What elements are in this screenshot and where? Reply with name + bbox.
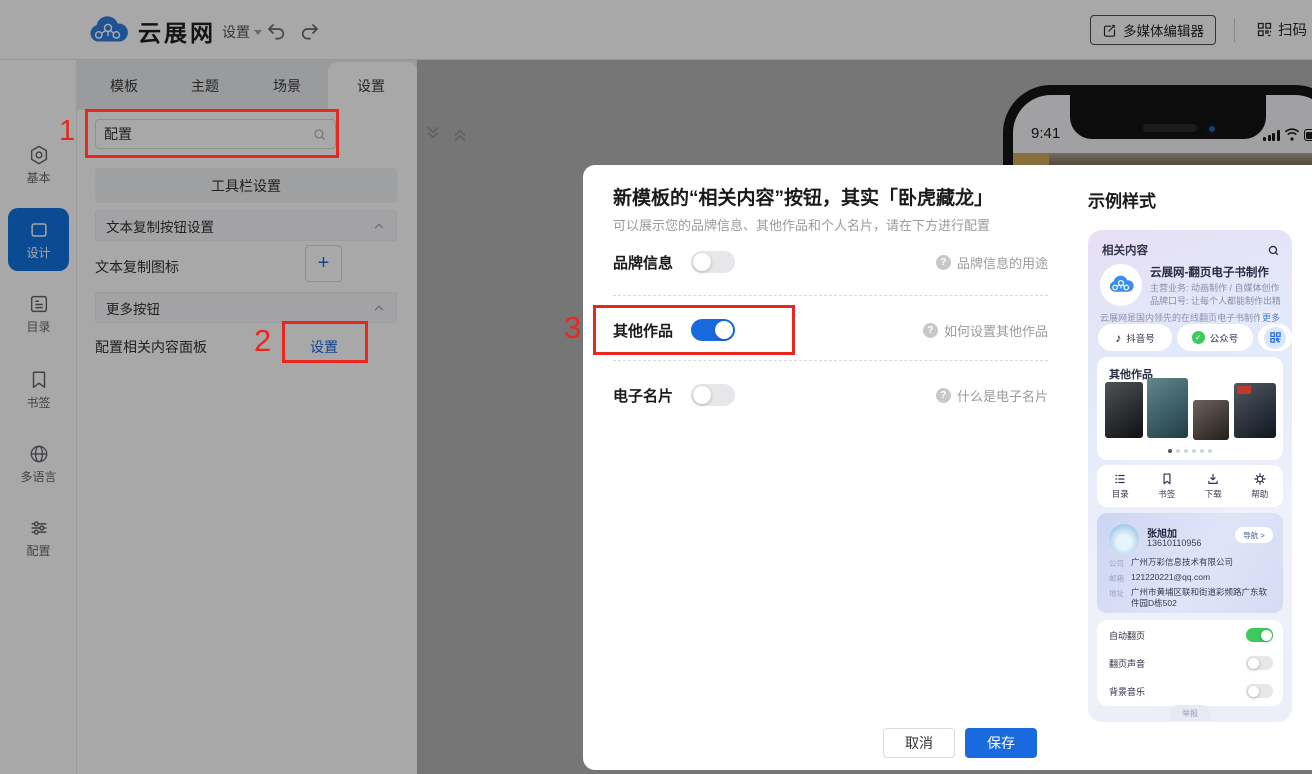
modal-subtitle: 可以展示您的品牌信息、其他作品和个人名片，请在下方进行配置 xyxy=(613,215,990,234)
brand-description: 云展网是国内领先的在线翻页电子书制作平台，过百万用户… 更多 xyxy=(1100,311,1280,324)
flip-sound-row: 翻页声音 xyxy=(1109,656,1273,670)
brand-line-business: 主营业务: 动画制作 / 自媒体创作 / 办公软件 xyxy=(1150,282,1280,295)
cancel-button[interactable]: 取消 xyxy=(883,728,955,758)
wechat-official-icon: ✓ xyxy=(1192,331,1205,344)
gear-icon xyxy=(1253,472,1267,486)
toggle-row-brand: 品牌信息 ? 品牌信息的用途 xyxy=(613,237,1048,287)
work-cover-2[interactable] xyxy=(1147,378,1188,438)
navigate-button[interactable]: 导航 > xyxy=(1235,527,1273,543)
more-link[interactable]: 更多 xyxy=(1260,311,1280,324)
reader-settings-card: 自动翻页 翻页声音 背景音乐 xyxy=(1097,620,1283,706)
douyin-icon: ♪ xyxy=(1115,331,1121,345)
toggle-row-card: 电子名片 ? 什么是电子名片 xyxy=(613,370,1048,420)
qr-code-icon xyxy=(1264,327,1286,349)
annotation-step-2: 2 xyxy=(254,323,271,359)
work-cover-4[interactable] xyxy=(1234,383,1276,438)
save-button[interactable]: 保存 xyxy=(965,728,1037,758)
address-row: 地址 广州市黄埔区联和街道彩频路广东软件园D栋502 xyxy=(1109,587,1273,609)
annotation-box-3 xyxy=(593,305,795,355)
auto-flip-row: 自动翻页 xyxy=(1109,628,1273,642)
related-content-modal: 新模板的“相关内容”按钮，其实「卧虎藏龙」 可以展示您的品牌信息、其他作品和个人… xyxy=(583,165,1312,770)
business-card: 张旭加 13610110956 导航 > 公司 广州万彩信息技术有限公司 邮箱 … xyxy=(1097,513,1283,613)
contact-phone: 13610110956 xyxy=(1147,538,1201,548)
background-music-row: 背景音乐 xyxy=(1109,684,1273,698)
carousel-dots[interactable] xyxy=(1097,449,1283,453)
auto-flip-toggle[interactable] xyxy=(1246,628,1273,642)
search-icon xyxy=(1267,244,1280,257)
business-card-help[interactable]: ? 什么是电子名片 xyxy=(936,386,1048,405)
download-icon xyxy=(1206,472,1220,486)
example-preview-card: 相关内容 云展网-翻页电子书制作 主营业务: 动画制作 / 自媒体创作 / xyxy=(1088,230,1292,722)
background-music-toggle[interactable] xyxy=(1246,684,1273,698)
avatar xyxy=(1109,524,1139,554)
question-icon: ? xyxy=(923,323,938,338)
douyin-button[interactable]: ♪ 抖音号 xyxy=(1098,324,1172,351)
dashed-divider xyxy=(613,360,1048,361)
modal-title: 新模板的“相关内容”按钮，其实「卧虎藏龙」 xyxy=(613,183,993,210)
report-button[interactable]: 举报 xyxy=(1170,705,1210,721)
brand-logo-icon xyxy=(1100,264,1142,306)
brand-info-help[interactable]: ? 品牌信息的用途 xyxy=(936,253,1048,272)
nav-download[interactable]: 下载 xyxy=(1205,472,1222,500)
list-icon xyxy=(1113,472,1127,486)
qr-button[interactable] xyxy=(1258,324,1292,351)
work-cover-3[interactable] xyxy=(1193,400,1229,440)
example-style-heading: 示例样式 xyxy=(1088,187,1156,212)
brand-title: 云展网-翻页电子书制作 xyxy=(1150,264,1280,280)
work-cover-1[interactable] xyxy=(1105,382,1143,438)
nav-bookmark[interactable]: 书签 xyxy=(1158,472,1175,500)
bookmark-icon xyxy=(1160,472,1174,486)
other-works-help[interactable]: ? 如何设置其他作品 xyxy=(923,321,1048,340)
flip-sound-toggle[interactable] xyxy=(1246,656,1273,670)
preview-brand-block: 云展网-翻页电子书制作 主营业务: 动画制作 / 自媒体创作 / 办公软件 品牌… xyxy=(1100,264,1280,307)
question-icon: ? xyxy=(936,388,951,403)
email-row: 邮箱 121220221@qq.com xyxy=(1109,572,1273,584)
company-row: 公司 广州万彩信息技术有限公司 xyxy=(1109,557,1273,569)
preview-nav-bar: 目录 书签 下载 帮助 xyxy=(1097,465,1283,507)
annotation-step-3: 3 xyxy=(564,310,581,346)
nav-help[interactable]: 帮助 xyxy=(1251,472,1268,500)
brand-line-slogan: 品牌口号: 让每个人都能制作出精彩有创意的数字… xyxy=(1150,295,1280,308)
social-buttons-row: ♪ 抖音号 ✓ 公众号 xyxy=(1088,324,1292,351)
brand-info-toggle[interactable] xyxy=(691,251,735,273)
official-account-button[interactable]: ✓ 公众号 xyxy=(1177,324,1253,351)
annotation-box-1 xyxy=(85,109,339,158)
preview-header: 相关内容 xyxy=(1102,242,1280,258)
nav-catalog[interactable]: 目录 xyxy=(1112,472,1129,500)
annotation-step-1: 1 xyxy=(59,115,75,148)
other-works-card: 其他作品 xyxy=(1097,357,1283,460)
cover-label xyxy=(1237,386,1251,394)
annotation-box-2 xyxy=(282,321,368,363)
dashed-divider xyxy=(613,295,1048,296)
business-card-toggle[interactable] xyxy=(691,384,735,406)
question-icon: ? xyxy=(936,255,951,270)
